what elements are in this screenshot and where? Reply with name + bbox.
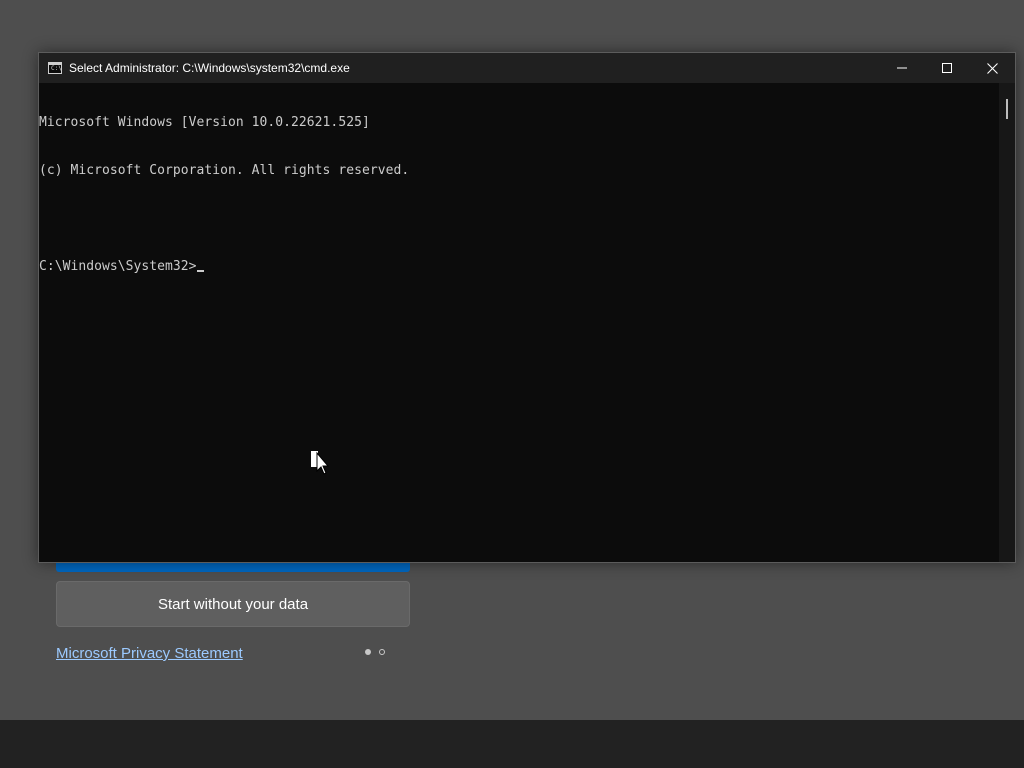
close-button[interactable] xyxy=(969,53,1015,83)
page-indicator xyxy=(365,649,385,655)
bottom-bar xyxy=(0,720,1024,768)
close-icon xyxy=(986,62,998,74)
mouse-pointer-icon xyxy=(311,451,330,475)
console-output[interactable]: Microsoft Windows [Version 10.0.22621.52… xyxy=(39,83,999,562)
privacy-statement-link[interactable]: Microsoft Privacy Statement xyxy=(56,645,243,662)
maximize-button[interactable] xyxy=(924,53,970,83)
maximize-icon xyxy=(942,63,952,73)
page-dot-inactive xyxy=(379,649,385,655)
console-line-version: Microsoft Windows [Version 10.0.22621.52… xyxy=(39,115,370,130)
cmd-window[interactable]: C:\ Select Administrator: C:\Windows\sys… xyxy=(38,52,1016,563)
page-dot-active xyxy=(365,649,371,655)
console-line-copyright: (c) Microsoft Corporation. All rights re… xyxy=(39,163,410,178)
minimize-button[interactable] xyxy=(879,53,925,83)
desktop-background: Start without your data Microsoft Privac… xyxy=(0,0,1024,768)
title-bar[interactable]: C:\ Select Administrator: C:\Windows\sys… xyxy=(39,53,1015,83)
scroll-thumb[interactable] xyxy=(1006,99,1008,119)
console-icon: C:\ xyxy=(48,62,62,74)
start-without-data-button[interactable]: Start without your data xyxy=(56,581,410,627)
text-cursor xyxy=(196,270,204,272)
window-title: Select Administrator: C:\Windows\system3… xyxy=(69,61,350,75)
console-prompt-line: C:\Windows\System32> xyxy=(39,259,999,275)
console-prompt: C:\Windows\System32> xyxy=(39,259,197,274)
vertical-scrollbar[interactable] xyxy=(999,83,1015,562)
minimize-icon xyxy=(897,67,907,69)
